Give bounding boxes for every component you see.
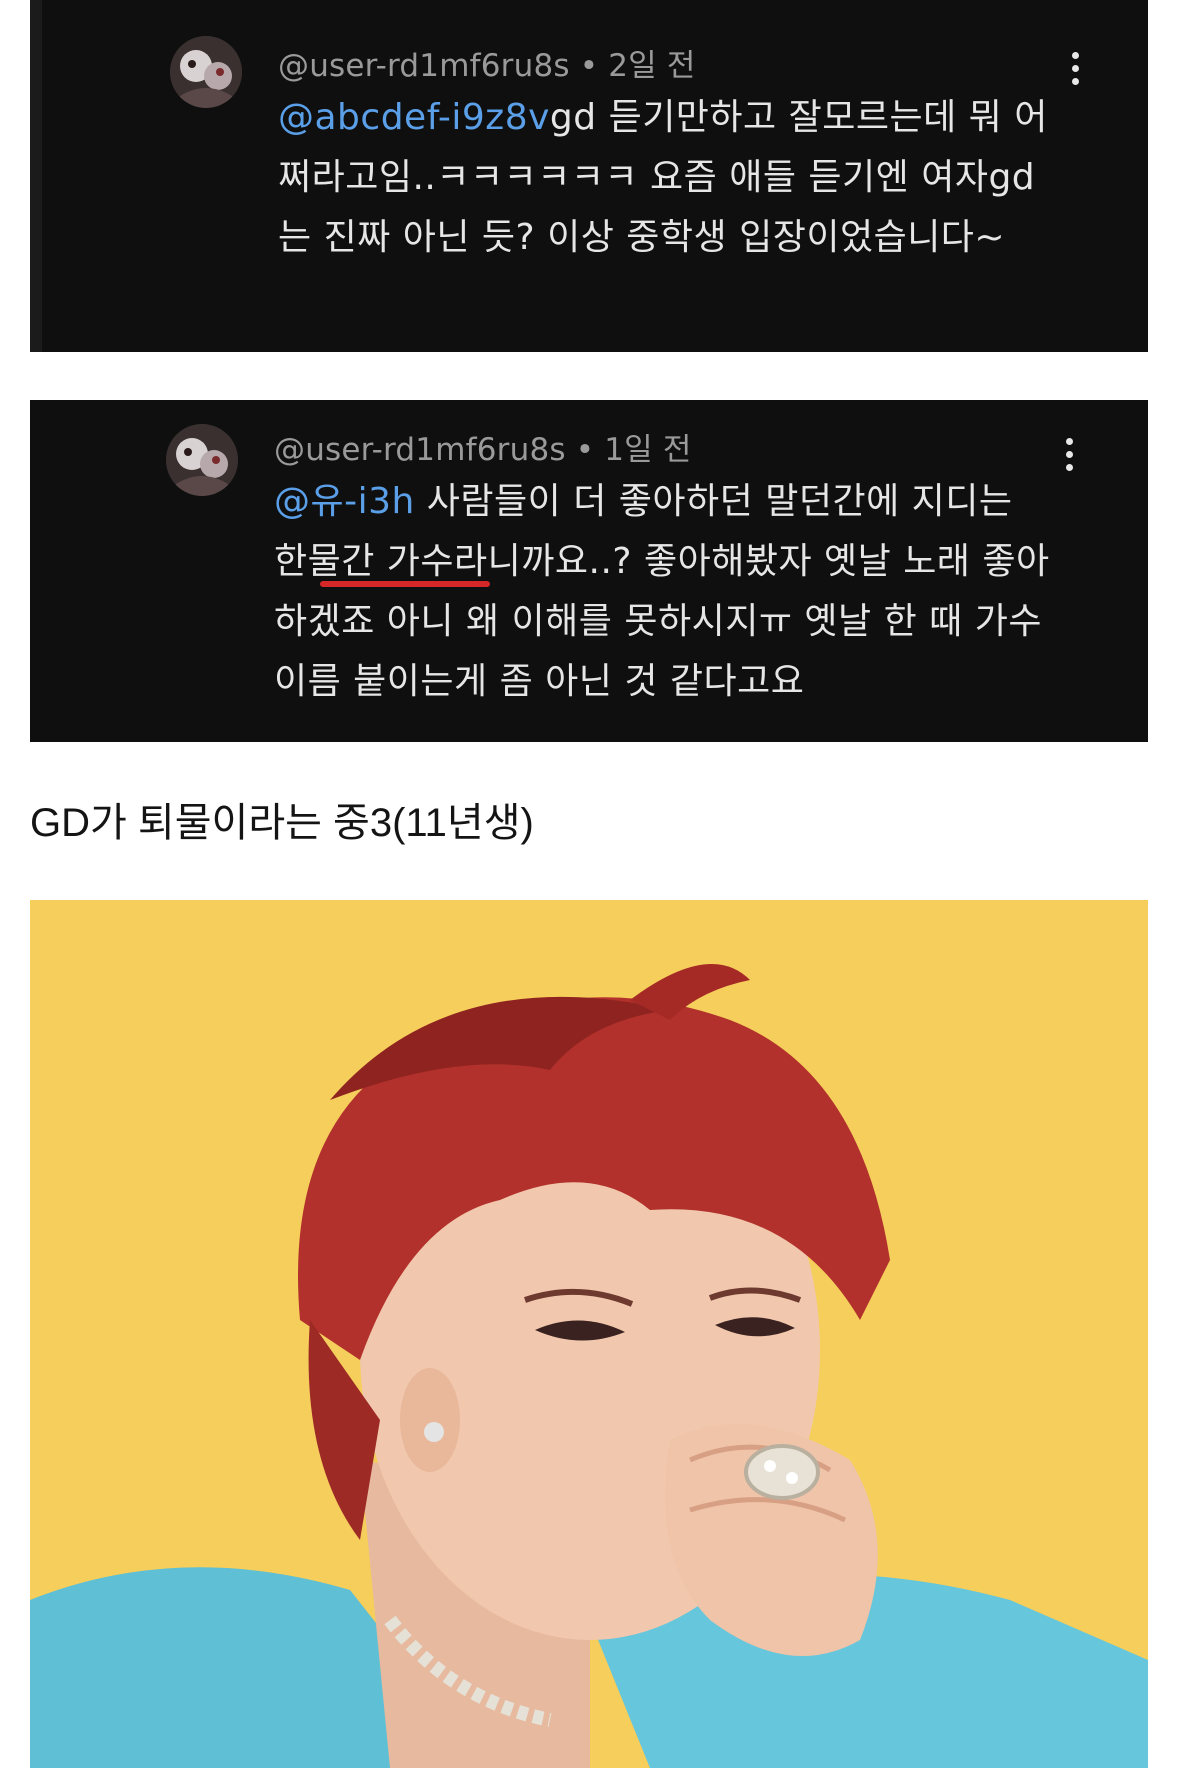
comment-username[interactable]: @user-rd1mf6ru8s	[278, 48, 570, 84]
comment-meta: @user-rd1mf6ru8s • 2일 전	[278, 40, 696, 85]
meta-separator: •	[579, 48, 599, 84]
comment-card-1: @user-rd1mf6ru8s • 2일 전 @abcdef-i9z8vgd 듣기…	[30, 0, 1148, 352]
comment-text: @유-i3h 사람들이 더 좋아하던 말던간에 지디는 한물간 가수라니까요..…	[274, 472, 1054, 712]
comment-meta: @user-rd1mf6ru8s • 1일 전	[274, 424, 692, 469]
comment-text: @abcdef-i9z8vgd 듣기만하고 잘모르는데 뭐 어쩌라고임..ㅋㅋㅋ…	[278, 88, 1058, 268]
comment-username[interactable]: @user-rd1mf6ru8s	[274, 432, 566, 468]
singer-photo	[30, 900, 1148, 1768]
post-caption: GD가 퇴물이라는 중3(11년생)	[30, 801, 534, 845]
comment-card-2: @user-rd1mf6ru8s • 1일 전 @유-i3h 사람들이 더 좋아하던…	[30, 400, 1148, 742]
user-avatar[interactable]	[166, 424, 238, 496]
comment-mention[interactable]: @유-i3h	[274, 481, 415, 522]
comment-mention[interactable]: @abcdef-i9z8v	[278, 97, 550, 138]
more-options-icon[interactable]	[1068, 52, 1082, 96]
comment-time: 2일 전	[608, 48, 696, 84]
meta-separator: •	[575, 432, 595, 468]
comment-time: 1일 전	[604, 432, 692, 468]
highlight-underline	[320, 581, 490, 587]
user-avatar[interactable]	[170, 36, 242, 108]
more-options-icon[interactable]	[1062, 438, 1076, 482]
